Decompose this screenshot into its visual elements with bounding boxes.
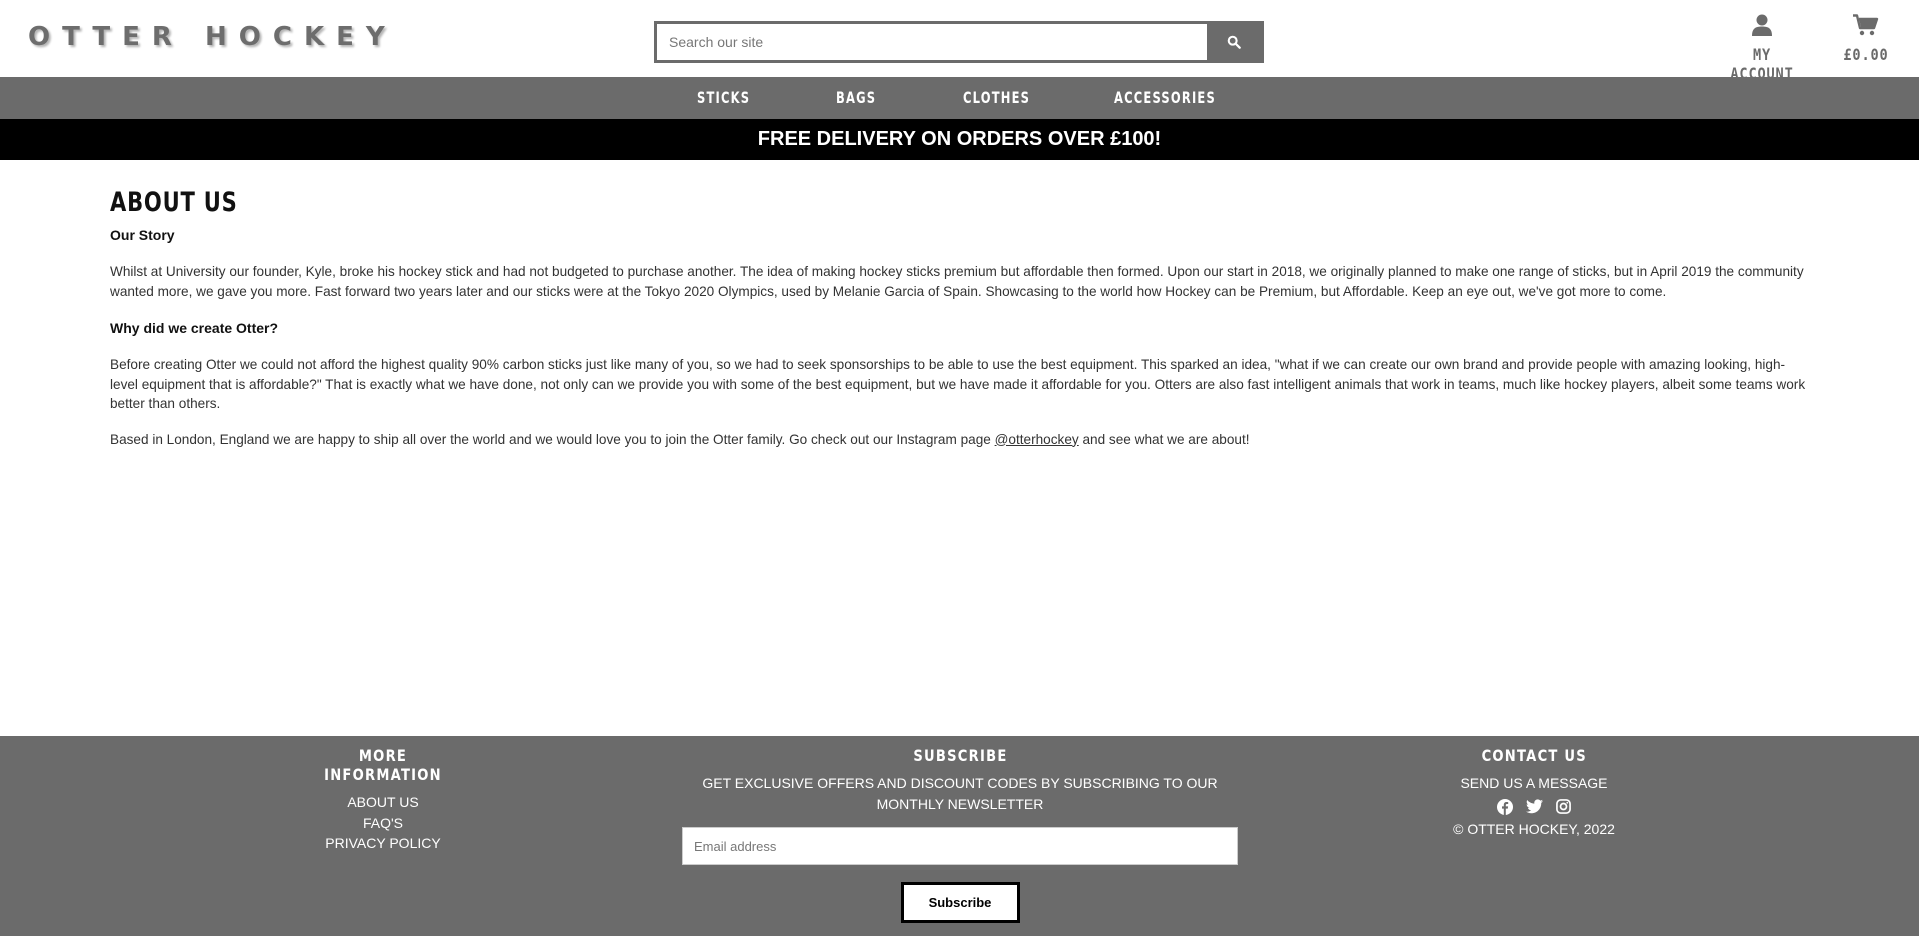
footer-contact: CONTACT US SEND US A MESSAGE © OTTER HOC… [1434, 746, 1634, 839]
our-story-heading: Our Story [110, 227, 175, 243]
email-field[interactable] [682, 827, 1238, 865]
nav-item-clothes[interactable]: CLOTHES [963, 88, 1030, 107]
copyright: © OTTER HOCKEY, 2022 [1453, 820, 1615, 837]
footer-link-faqs[interactable]: FAQ'S [283, 813, 483, 834]
subscribe-button[interactable]: Subscribe [900, 882, 1020, 923]
footer-link-privacy-policy[interactable]: PRIVACY POLICY [283, 833, 483, 854]
nav-item-accessories[interactable]: ACCESSORIES [1114, 88, 1216, 107]
instagram-icon[interactable] [1556, 798, 1571, 815]
contact-heading: CONTACT US [1481, 746, 1587, 765]
based-in-text-after: and see what we are about! [1078, 431, 1250, 447]
based-in-text-before: Based in London, England we are happy to… [110, 431, 995, 447]
based-in-text: Based in London, England we are happy to… [110, 430, 1810, 450]
our-story-text: Whilst at University our founder, Kyle, … [110, 264, 1804, 299]
search-button[interactable] [1207, 24, 1261, 60]
about-us-content: ABOUT US Our Story Whilst at University … [110, 187, 1810, 465]
instagram-link[interactable]: @otterhockey [995, 432, 1079, 447]
site-footer: MORE INFORMATION ABOUT US FAQ'S PRIVACY … [0, 736, 1919, 936]
search-icon [1227, 35, 1241, 49]
user-icon [1752, 14, 1772, 36]
send-message-link[interactable]: SEND US A MESSAGE [1434, 773, 1634, 794]
cart-link[interactable]: £0.00 [1836, 14, 1896, 64]
cart-total: £0.00 [1843, 45, 1889, 64]
footer-subscribe: SUBSCRIBE GET EXCLUSIVE OFFERS AND DISCO… [682, 746, 1238, 923]
footer-link-about-us[interactable]: ABOUT US [283, 792, 483, 813]
main-nav: STICKS BAGS CLOTHES ACCESSORIES [0, 77, 1919, 119]
footer-more-info: MORE INFORMATION ABOUT US FAQ'S PRIVACY … [283, 746, 483, 854]
nav-item-bags[interactable]: BAGS [836, 88, 876, 107]
subscribe-text: GET EXCLUSIVE OFFERS AND DISCOUNT CODES … [702, 775, 1218, 812]
search-bar [654, 21, 1264, 63]
free-delivery-banner: FREE DELIVERY ON ORDERS OVER £100! [0, 119, 1919, 160]
why-otter-heading: Why did we create Otter? [110, 320, 279, 336]
social-links [1434, 798, 1634, 815]
shopping-cart-icon [1853, 14, 1879, 36]
subscribe-heading: SUBSCRIBE [912, 746, 1008, 765]
search-input[interactable] [657, 24, 1207, 60]
my-account-link[interactable]: MY ACCOUNT [1712, 14, 1812, 83]
page-title: ABOUT US [110, 187, 238, 218]
more-info-heading: MORE INFORMATION [324, 746, 442, 784]
nav-item-sticks[interactable]: STICKS [697, 88, 750, 107]
why-otter-text: Before creating Otter we could not affor… [110, 357, 1806, 411]
twitter-icon[interactable] [1526, 798, 1543, 815]
facebook-icon[interactable] [1497, 798, 1513, 815]
site-logo[interactable]: OTTER HOCKEY [28, 22, 397, 52]
site-header: OTTER HOCKEY MY ACCOUNT £0.00 [0, 0, 1919, 83]
